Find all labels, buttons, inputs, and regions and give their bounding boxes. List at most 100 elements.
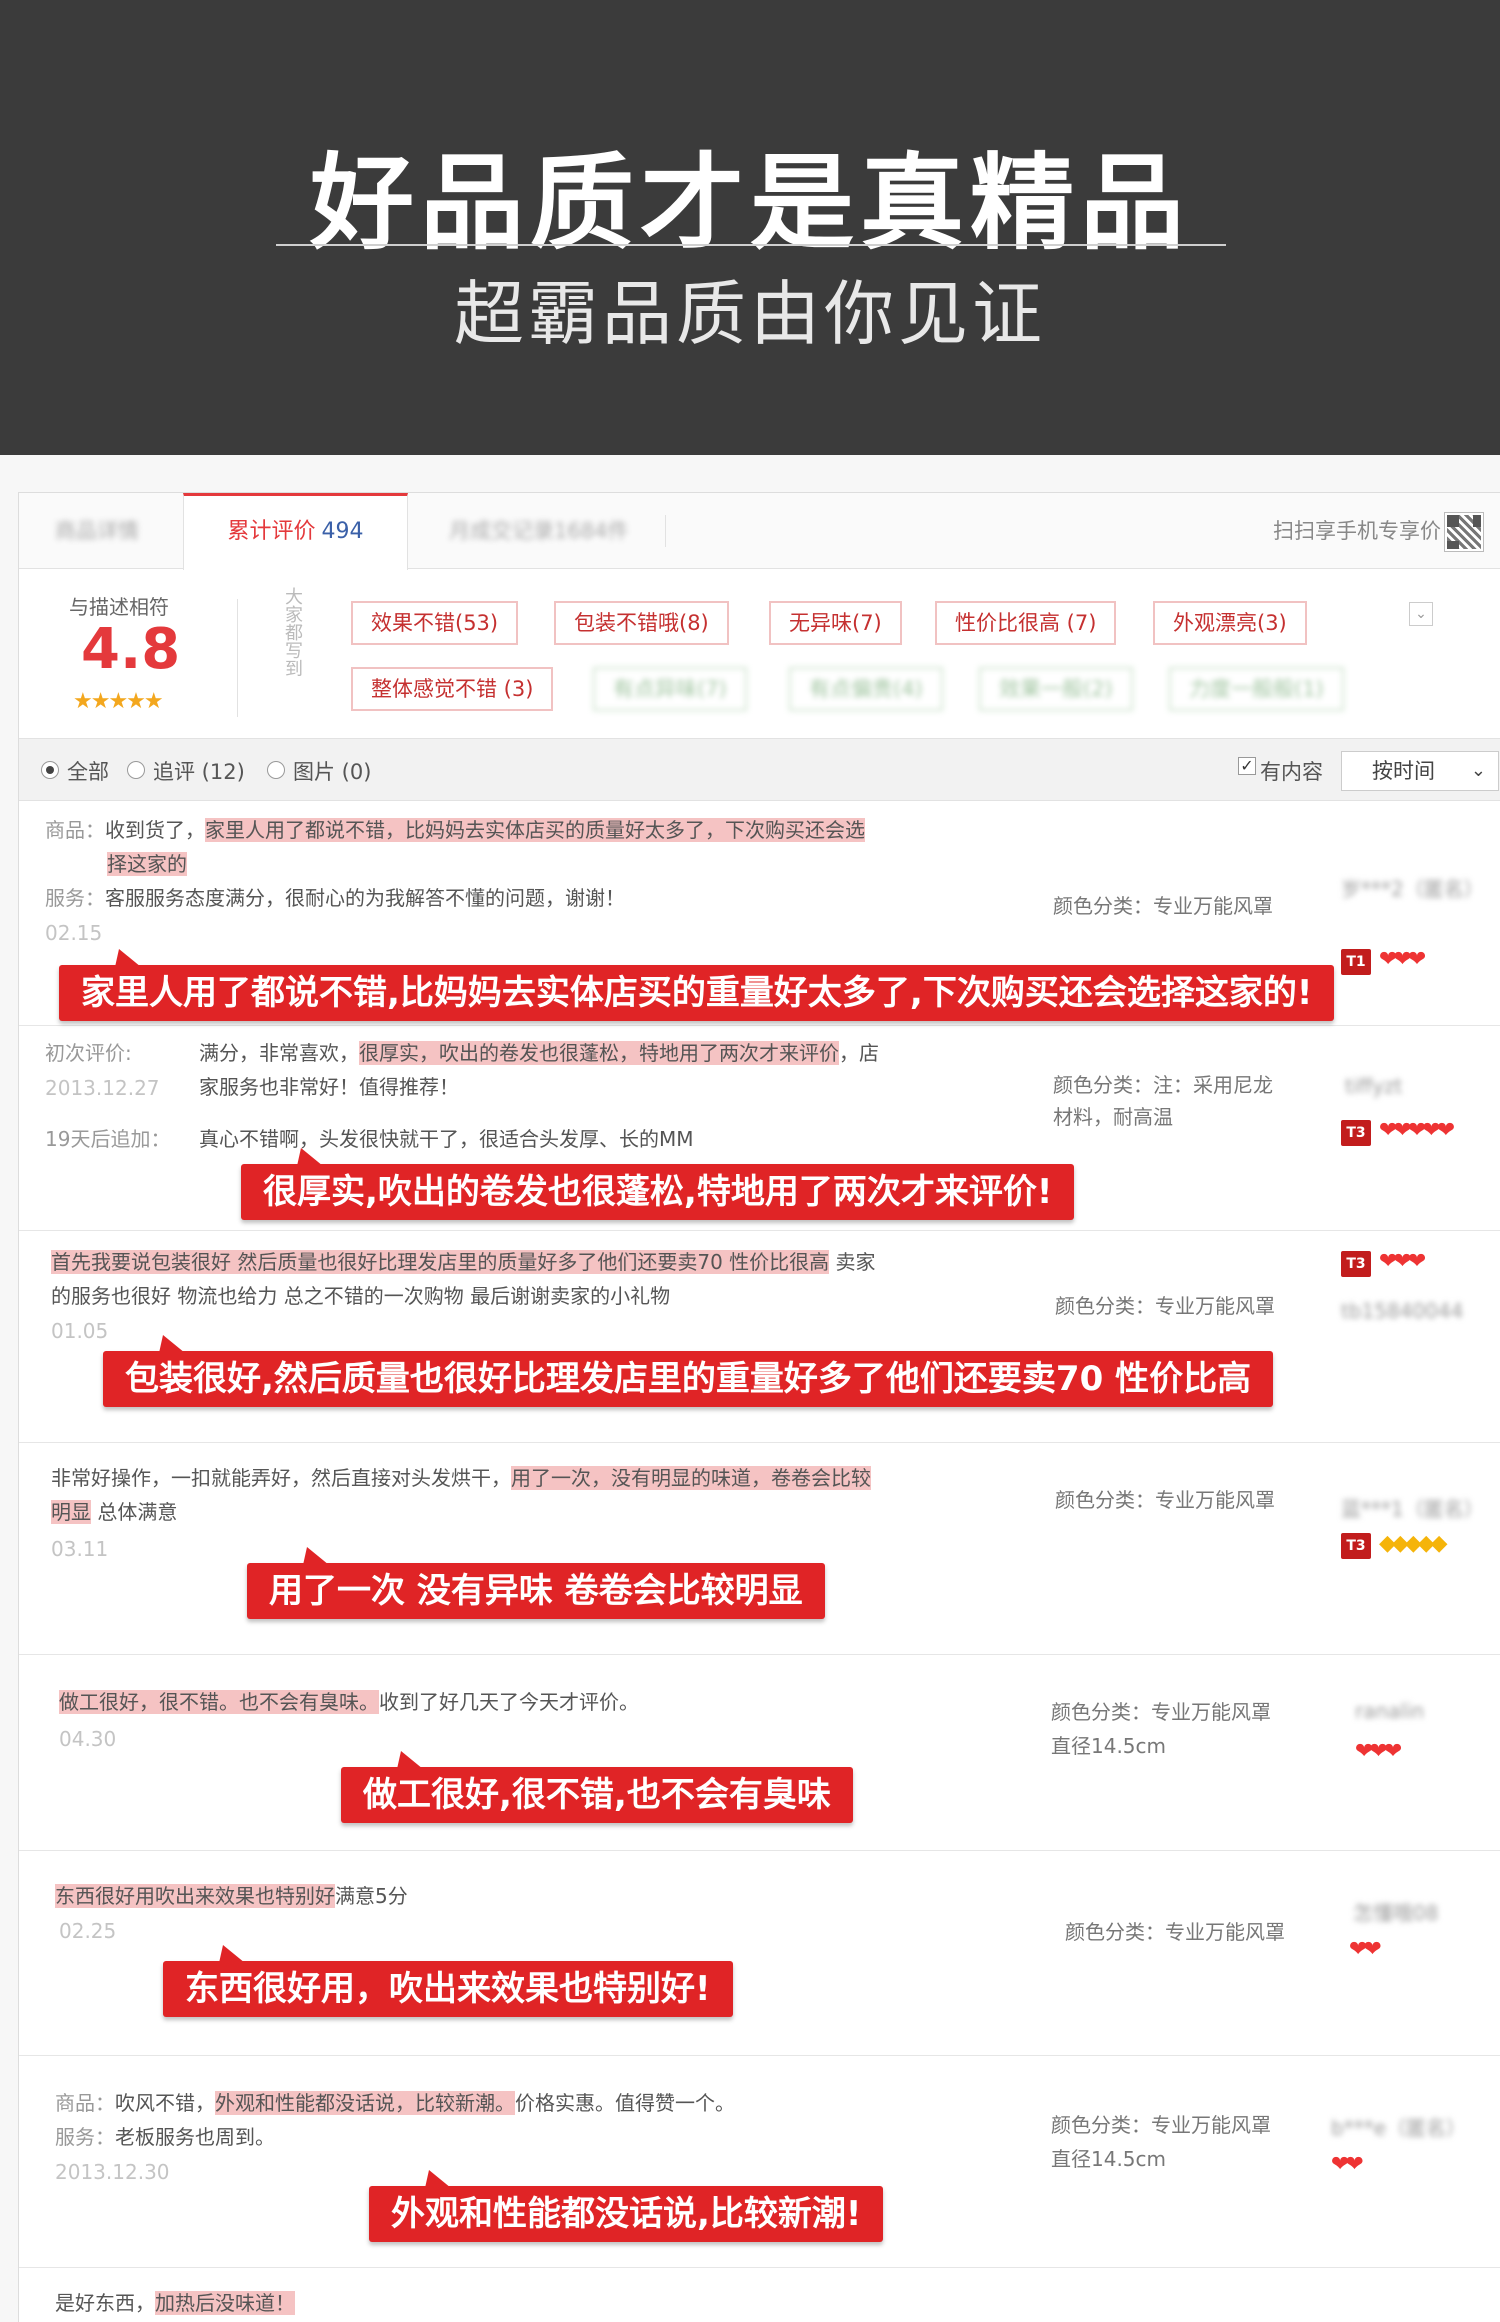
review-text: 家服务也非常好！值得推荐！ (199, 1075, 459, 1099)
review-date: 02.15 (45, 921, 103, 945)
score-stars: ★★★★★ (73, 689, 164, 714)
review-variant: 颜色分类：专业万能风罩 (1051, 2113, 1271, 2137)
reviewer-credit-hearts: ❤❤❤❤❤ (1379, 1118, 1455, 1143)
review-variant: 直径14.5cm (1051, 2147, 1167, 2171)
review-variant: 颜色分类：专业万能风罩 (1055, 1294, 1275, 1318)
review-date: 01.05 (51, 1319, 109, 1343)
review-date: 03.11 (51, 1537, 109, 1561)
review-variant: 颜色分类：专业万能风罩 (1065, 1920, 1285, 1944)
review-service: 服务：老板服务也周到。 (55, 2125, 275, 2149)
has-content-checkbox[interactable]: ✓ (1238, 757, 1256, 775)
review-date: 2013.12.30 (55, 2160, 170, 2184)
tags-vertical-label: 大家都写到 (282, 587, 303, 677)
reviewer-credit-hearts: ❤❤❤ (1379, 1249, 1426, 1274)
reviewer-name[interactable]: 怎懂哦08 (1353, 1897, 1438, 1926)
sort-select-value: 按时间 (1372, 759, 1435, 783)
reviewer-name[interactable]: ranalin (1355, 1699, 1424, 1723)
highlight-callout: 家里人用了都说不错,比妈妈去实体店买的重量好太多了,下次购买还会选择这家的! (59, 949, 1335, 1021)
highlight-callout: 用了一次 没有异味 卷卷会比较明显 (247, 1547, 825, 1619)
review-date: 04.30 (59, 1727, 117, 1751)
reviewer-name[interactable]: tb15840044 (1341, 1299, 1463, 1323)
tag-power-average[interactable]: 力度一般般(1) (1169, 667, 1344, 711)
radio-all[interactable] (41, 761, 59, 779)
expand-tags-icon[interactable]: ⌄ (1409, 602, 1433, 626)
radio-pictures[interactable] (267, 761, 285, 779)
review-text: 满分，非常喜欢，很厚实，吹出的卷发也很蓬松，特地用了两次才来评价，店 (199, 1041, 879, 1065)
review-text: 的服务也很好 物流也给力 总之不错的一次购物 最后谢谢卖家的小礼物 (51, 1284, 671, 1308)
reviewer-level-badge: T3 (1341, 1533, 1371, 1559)
tab-bar: 商品详情 累计评价 494 月成交记录1684件 扫扫享手机专享价 (19, 493, 1500, 570)
review-text: 商品：收到货了，家里人用了都说不错，比妈妈去实体店买的质量好太多了，下次购买还会… (45, 818, 865, 842)
sort-select[interactable]: 按时间 ⌄ (1341, 751, 1499, 791)
tag-overall-good[interactable]: 整体感觉不错 (3) (351, 667, 554, 711)
score-label: 与描述相符 (69, 595, 169, 619)
review-variant: 材料，耐高温 (1053, 1105, 1173, 1129)
review-text: 明显 总体满意 (51, 1500, 178, 1524)
tag-effect-good[interactable]: 效果不错(53) (351, 601, 519, 645)
score-divider (237, 599, 238, 717)
tab-separator (665, 515, 666, 547)
review-text: 做工很好，很不错。也不会有臭味。收到了好几天了今天才评价。 (59, 1690, 639, 1714)
review-text: 商品：吹风不错，外观和性能都没话说，比较新潮。价格实惠。值得赞一个。 (55, 2091, 735, 2115)
review-variant: 颜色分类：专业万能风罩 (1053, 894, 1273, 918)
reviewer-credit-hearts: ❤❤❤ (1355, 1739, 1402, 1764)
review-item: 非常好操作，一扣就能弄好，然后直接对头发烘干，用了一次，没有明显的味道，卷卷会比… (19, 1443, 1500, 1655)
filter-pictures-label: 图片 (0) (293, 760, 372, 784)
reviewer-level-badge: T3 (1341, 1251, 1371, 1277)
reviewer-level-badge: T1 (1341, 949, 1371, 975)
review-item: 初次评价: 2013.12.27 满分，非常喜欢，很厚实，吹出的卷发也很蓬松，特… (19, 1026, 1500, 1231)
review-date: 02.25 (59, 1919, 117, 1943)
score-value: 4.8 (81, 617, 181, 682)
review-text: 是好东西，加热后没味道！ (55, 2291, 295, 2315)
reviewer-credit-hearts: ❤❤ (1331, 2152, 1364, 2177)
qr-code-icon[interactable] (1444, 512, 1484, 552)
review-item: 商品：吹风不错，外观和性能都没话说，比较新潮。价格实惠。值得赞一个。 服务：老板… (19, 2056, 1500, 2268)
tag-no-odor[interactable]: 无异味(7) (769, 601, 902, 645)
followup-text: 真心不错啊，头发很快就干了，很适合头发厚、长的MM (199, 1127, 694, 1151)
tab-product-detail[interactable]: 商品详情 (55, 493, 139, 569)
tab-monthly-sales[interactable]: 月成交记录1684件 (449, 493, 628, 569)
reviewer-credit-hearts: ❤❤ (1349, 1937, 1382, 1962)
tag-effect-average[interactable]: 效果一般(2) (979, 667, 1133, 711)
review-item: 是好东西，加热后没味道！ (19, 2268, 1500, 2322)
highlight-callout: 东西很好用，吹出来效果也特别好! (163, 1945, 733, 2017)
reviewer-name[interactable]: 蓝***1（匿名） (1341, 1493, 1484, 1522)
tag-packaging-good[interactable]: 包装不错哦(8) (554, 601, 729, 645)
rating-summary: 与描述相符 4.8 ★★★★★ 大家都写到 效果不错(53) 包装不错哦(8) … (19, 569, 1500, 739)
reviewer-level-badge: T3 (1341, 1120, 1371, 1146)
tab-reviews-label: 累计评价 (227, 519, 316, 544)
radio-followup[interactable] (127, 761, 145, 779)
tab-reviews[interactable]: 累计评价 494 (183, 493, 408, 570)
review-item: 东西很好用吹出来效果也特别好满意5分 02.25 颜色分类：专业万能风罩 怎懂哦… (19, 1851, 1500, 2056)
followup-label: 19天后追加： (45, 1127, 171, 1151)
tag-looks-nice[interactable]: 外观漂亮(3) (1153, 601, 1307, 645)
review-item: 做工很好，很不错。也不会有臭味。收到了好几天了今天才评价。 04.30 颜色分类… (19, 1655, 1500, 1851)
first-review-label: 初次评价: (45, 1041, 132, 1065)
header-banner: 好品质才是真精品 超霸品质由你见证 (0, 0, 1500, 455)
scan-mobile-price[interactable]: 扫扫享手机专享价 (1273, 493, 1441, 569)
filter-all-label: 全部 (67, 760, 109, 784)
highlight-callout: 外观和性能都没话说,比较新潮! (369, 2170, 884, 2242)
reviewer-name[interactable]: b***e（匿名） (1331, 2112, 1466, 2141)
tag-a-bit-pricey[interactable]: 有点偏贵(4) (789, 667, 943, 711)
chevron-down-icon: ⌄ (1470, 760, 1486, 781)
reviewer-credit-hearts: ❤❤❤ (1379, 947, 1426, 972)
review-text: 东西很好用吹出来效果也特别好满意5分 (55, 1884, 408, 1908)
tag-some-odor[interactable]: 有点异味(7) (593, 667, 747, 711)
review-service: 服务：客服服务态度满分，很耐心的为我解答不懂的问题，谢谢！ (45, 886, 625, 910)
filter-followup-label: 追评 (12) (153, 760, 245, 784)
has-content-label: 有内容 (1260, 760, 1323, 784)
review-text: 非常好操作，一扣就能弄好，然后直接对头发烘干，用了一次，没有明显的味道，卷卷会比… (51, 1466, 871, 1490)
reviewer-name[interactable]: tiffyzt (1345, 1074, 1402, 1098)
highlight-callout: 很厚实,吹出的卷发也很蓬松,特地用了两次才来评价! (241, 1148, 1075, 1220)
review-item: 商品：收到货了，家里人用了都说不错，比妈妈去实体店买的质量好太多了，下次购买还会… (19, 801, 1500, 1026)
tab-reviews-count: 494 (321, 519, 364, 544)
tag-value-for-money[interactable]: 性价比很高 (7) (935, 601, 1117, 645)
review-variant: 直径14.5cm (1051, 1734, 1167, 1758)
reviewer-name[interactable]: 岁***2（匿名） (1341, 873, 1484, 902)
banner-title: 好品质才是真精品 (309, 142, 1190, 264)
highlight-callout: 包装很好,然后质量也很好比理发店里的重量好多了他们还要卖70 性价比高 (103, 1335, 1274, 1407)
banner-divider (276, 244, 1226, 246)
first-review-date: 2013.12.27 (45, 1076, 160, 1100)
review-panel: 商品详情 累计评价 494 月成交记录1684件 扫扫享手机专享价 与描述相符 4… (18, 492, 1500, 2322)
